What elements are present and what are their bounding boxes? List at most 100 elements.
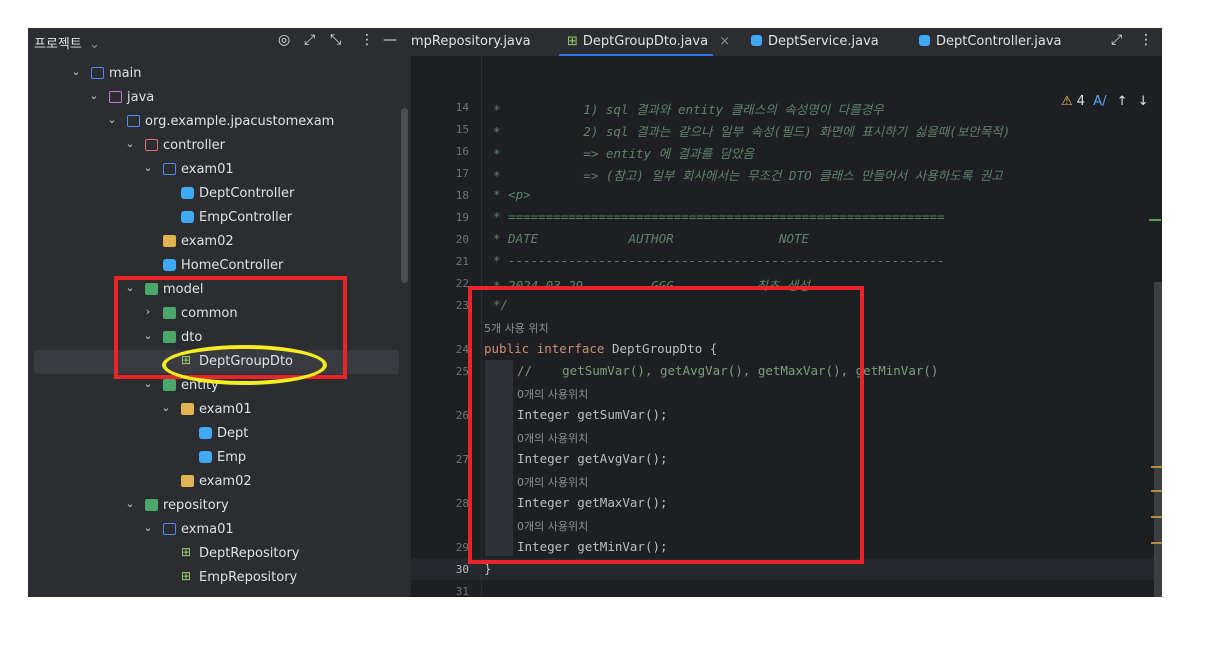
project-title-label: 프로젝트: [34, 37, 82, 52]
tree-item-label: java: [127, 90, 155, 105]
tree-item-homecontroller[interactable]: HomeController: [28, 254, 411, 278]
collapse-icon[interactable]: ⤡: [330, 32, 341, 48]
tab-emprepository[interactable]: mpRepository.java: [411, 34, 531, 49]
line-number: 31: [455, 585, 469, 597]
tab-label: DeptController.java: [936, 34, 1062, 49]
tab-deptcontroller[interactable]: DeptController.java: [919, 34, 1061, 49]
tree-item-controller[interactable]: ⌄ controller: [28, 134, 411, 158]
line-number: 27: [455, 453, 469, 466]
warning-marker[interactable]: [1151, 490, 1162, 492]
yellow-highlight-ellipse: [162, 345, 327, 385]
chevron-down-icon[interactable]: ⌄: [160, 401, 172, 414]
tree-item-label: EmpController: [199, 210, 293, 225]
line-number: 25: [455, 365, 469, 378]
tree-item-exam01[interactable]: ⌄ exam01: [28, 158, 411, 182]
project-panel-header: 프로젝트 ⌄ ◎ ⤢ ⤡ ⋮ —: [28, 28, 411, 56]
chevron-down-icon[interactable]: ⌄: [142, 161, 154, 174]
warning-count: 4: [1076, 94, 1086, 109]
tree-item-emp[interactable]: Emp: [28, 446, 411, 470]
expand-icon[interactable]: ⤢: [304, 32, 315, 48]
tab-deptgroupdto[interactable]: ⊞ DeptGroupDto.java ×: [567, 34, 730, 49]
class-icon: [181, 187, 194, 199]
tree-item-package-root[interactable]: ⌄ org.example.jpacustomexam: [28, 110, 411, 134]
source-folder-icon: [91, 67, 104, 79]
module-folder-icon: [145, 499, 158, 511]
line-number: 14: [455, 101, 469, 114]
warning-marker[interactable]: [1151, 516, 1162, 518]
chevron-down-icon[interactable]: ⌄: [142, 521, 154, 534]
tree-item-deptrepository[interactable]: ⊞ DeptRepository: [28, 542, 411, 566]
tree-item-main[interactable]: ⌄ main: [28, 62, 411, 86]
controller-package-icon: [145, 139, 158, 151]
red-highlight-box-code: [468, 286, 864, 564]
tree-item-repository[interactable]: ⌄ repository: [28, 494, 411, 518]
code-comment-line: * --------------------------------------…: [493, 253, 945, 268]
tree-item-java[interactable]: ⌄ java: [28, 86, 411, 110]
java-source-folder-icon: [109, 91, 122, 103]
line-number: 21: [455, 255, 469, 268]
tab-label: DeptGroupDto.java: [582, 34, 709, 49]
package-icon: [127, 115, 140, 127]
line-number: 18: [455, 189, 469, 202]
class-icon: [751, 35, 762, 46]
inspection-widget[interactable]: ⚠ 4 A/ ↑ ↓: [1061, 94, 1149, 109]
tree-item-label: exma01: [181, 522, 234, 537]
editor-scrollbar[interactable]: [1154, 282, 1162, 597]
arrow-up-icon[interactable]: ↑: [1117, 94, 1128, 109]
project-panel-title[interactable]: 프로젝트 ⌄: [34, 33, 100, 52]
interface-icon: ⊞: [567, 34, 578, 49]
minimize-icon[interactable]: —: [383, 32, 397, 48]
tree-item-label: DeptController: [199, 186, 295, 201]
tree-item-entity-exam02[interactable]: exam02: [28, 470, 411, 494]
tree-item-emprepository[interactable]: ⊞ EmpRepository: [28, 566, 411, 590]
chevron-down-icon[interactable]: ⌄: [124, 137, 136, 150]
warning-marker[interactable]: [1151, 542, 1162, 544]
chevron-down-icon[interactable]: ⌄: [70, 65, 82, 78]
tab-deptservice[interactable]: DeptService.java: [751, 34, 879, 49]
arrow-down-icon[interactable]: ↓: [1138, 94, 1149, 109]
tree-item-entity-exam01[interactable]: ⌄ exam01: [28, 398, 411, 422]
class-icon: [919, 35, 930, 46]
tree-item-exam02[interactable]: exam02: [28, 230, 411, 254]
tree-item-deptcontroller[interactable]: DeptController: [28, 182, 411, 206]
tree-item-exma01[interactable]: ⌄ exma01: [28, 518, 411, 542]
tree-item-label: Dept: [217, 426, 249, 441]
tree-item-dept[interactable]: Dept: [28, 422, 411, 446]
warning-marker[interactable]: [1151, 466, 1162, 468]
tree-item-label: exam01: [181, 162, 234, 177]
change-marker[interactable]: [1149, 219, 1161, 221]
tree-item-label: repository: [163, 498, 229, 513]
close-icon[interactable]: ×: [719, 34, 730, 49]
line-number: 17: [455, 167, 469, 180]
tab-label: mpRepository.java: [411, 34, 531, 49]
line-number: 19: [455, 211, 469, 224]
chevron-down-icon: ⌄: [88, 37, 100, 52]
maximize-editor-icon[interactable]: ⤢: [1111, 32, 1122, 48]
code-comment-line: * 1) sql 결과와 entity 클래스의 속성명이 다를경우: [493, 102, 884, 117]
class-icon: [181, 211, 194, 223]
more-options-icon[interactable]: ⋮: [1139, 32, 1153, 48]
line-number: 28: [455, 497, 469, 510]
folder-icon: [181, 475, 194, 487]
chevron-down-icon[interactable]: ⌄: [106, 113, 118, 126]
interface-icon: ⊞: [181, 569, 192, 583]
tree-item-label: exam01: [199, 402, 252, 417]
code-comment-line: * DATE AUTHOR NOTE: [493, 231, 810, 246]
code-comment-line: * <p>: [493, 187, 531, 202]
more-options-icon[interactable]: ⋮: [360, 32, 374, 48]
folder-icon: [181, 403, 194, 415]
warning-icon: ⚠: [1061, 94, 1073, 109]
tree-item-label: controller: [163, 138, 226, 153]
chevron-down-icon[interactable]: ⌄: [124, 497, 136, 510]
editor-tab-bar: mpRepository.java ⊞ DeptGroupDto.java × D…: [411, 28, 1162, 56]
tree-item-empcontroller[interactable]: EmpController: [28, 206, 411, 230]
line-number: 20: [455, 233, 469, 246]
line-number: 24: [455, 343, 469, 356]
tree-item-label: org.example.jpacustomexam: [145, 114, 335, 129]
class-icon: [163, 259, 176, 271]
line-number: 29: [455, 541, 469, 554]
chevron-down-icon[interactable]: ⌄: [88, 89, 100, 102]
tree-item-label: HomeController: [181, 258, 284, 273]
code-comment-line: * 2) sql 결과는 같으나 일부 속성(필드) 화면에 표시하기 싫을때(…: [493, 124, 1011, 139]
target-icon[interactable]: ◎: [278, 32, 290, 48]
